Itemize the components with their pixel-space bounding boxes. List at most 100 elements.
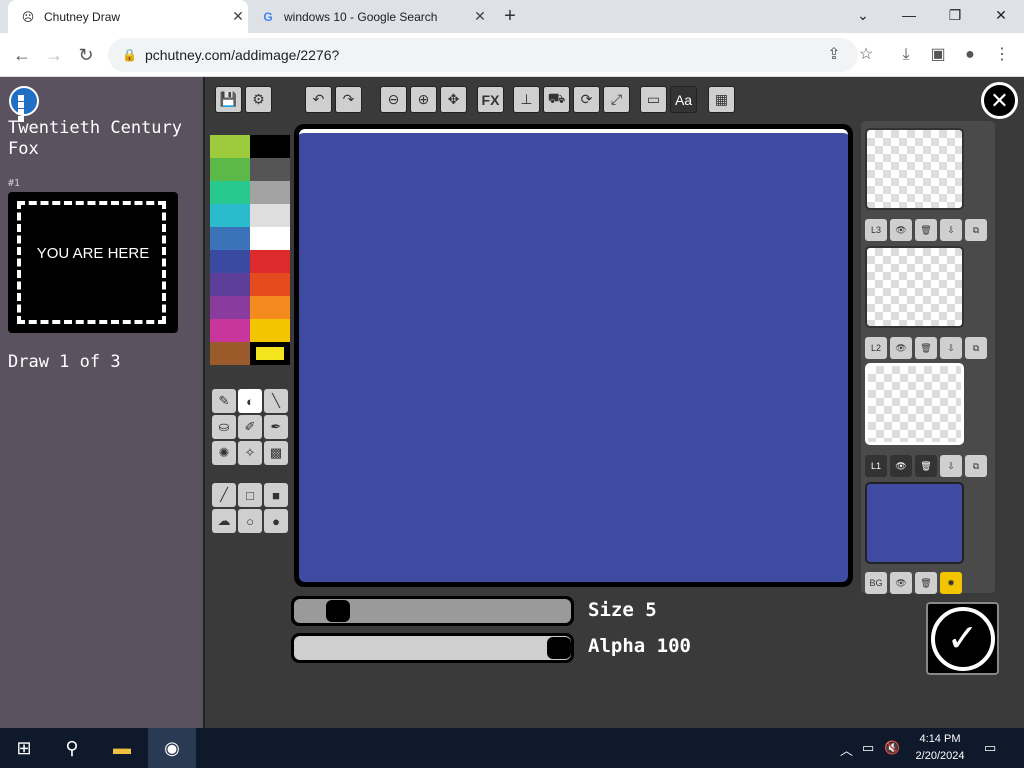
- sidepanel-icon[interactable]: ▣: [926, 43, 950, 67]
- tab-chutney-draw[interactable]: ☹ Chutney Draw ✕: [8, 0, 248, 33]
- chrome-icon[interactable]: ◉: [148, 728, 196, 768]
- layer-label[interactable]: L2: [865, 337, 887, 359]
- eraser-icon[interactable]: ◐: [238, 389, 262, 413]
- submit-drawing-button[interactable]: ✓: [926, 602, 999, 675]
- file-explorer-icon[interactable]: ▬: [98, 728, 146, 768]
- start-button-icon[interactable]: ⊞: [0, 728, 48, 768]
- merge-icon[interactable]: ⧉: [965, 219, 987, 241]
- close-tab-icon[interactable]: ✕: [470, 8, 490, 25]
- notifications-icon[interactable]: ▭: [984, 740, 996, 756]
- eye-icon[interactable]: 👁: [890, 219, 912, 241]
- eye-icon[interactable]: 👁: [890, 455, 912, 477]
- eye-icon[interactable]: 👁: [890, 572, 912, 594]
- resize-icon[interactable]: ⤢: [603, 86, 630, 113]
- trash-icon[interactable]: 🗑: [915, 337, 937, 359]
- zoom-out-icon[interactable]: ⊖: [380, 86, 407, 113]
- zoom-in-icon[interactable]: ⊕: [410, 86, 437, 113]
- color-swatch[interactable]: [250, 342, 290, 365]
- background-fill-icon[interactable]: ✹: [940, 572, 962, 594]
- trash-icon[interactable]: 🗑: [915, 219, 937, 241]
- text-tool-button[interactable]: Aa: [670, 86, 697, 113]
- color-swatch[interactable]: [250, 181, 290, 204]
- color-swatch[interactable]: [210, 319, 250, 342]
- alpha-slider[interactable]: [291, 633, 574, 663]
- color-swatch[interactable]: [250, 250, 290, 273]
- image-icon[interactable]: ▭: [640, 86, 667, 113]
- color-swatch[interactable]: [250, 296, 290, 319]
- layer-label[interactable]: L1: [865, 455, 887, 477]
- layer-2-thumbnail[interactable]: [865, 246, 964, 328]
- trash-icon[interactable]: 🗑: [915, 572, 937, 594]
- forward-button[interactable]: →: [42, 43, 66, 67]
- tray-chevron-icon[interactable]: ︿: [840, 740, 853, 759]
- move-down-icon[interactable]: ⇩: [940, 219, 962, 241]
- color-swatch[interactable]: [210, 250, 250, 273]
- eye-icon[interactable]: 👁: [890, 337, 912, 359]
- rotate-icon[interactable]: ⟳: [573, 86, 600, 113]
- background-layer-thumbnail[interactable]: [865, 482, 964, 564]
- color-swatch[interactable]: [210, 204, 250, 227]
- color-swatch[interactable]: [210, 227, 250, 250]
- paint-bucket-icon[interactable]: ⛀: [212, 415, 236, 439]
- undo-icon[interactable]: ↶: [305, 86, 332, 113]
- tab-search-chevron-icon[interactable]: ⌄: [840, 0, 886, 33]
- fx-button[interactable]: FX: [477, 86, 504, 113]
- transparency-grid-icon[interactable]: ▦: [708, 86, 735, 113]
- tab-google-search[interactable]: G windows 10 - Google Search ✕: [250, 0, 490, 33]
- bookmark-star-icon[interactable]: ☆: [854, 43, 878, 67]
- color-swatch[interactable]: [210, 158, 250, 181]
- spray-icon[interactable]: ✺: [212, 441, 236, 465]
- color-swatch[interactable]: [250, 204, 290, 227]
- url-field[interactable]: 🔒 pchutney.com/addimage/2276?: [108, 38, 858, 72]
- color-swatch[interactable]: [250, 273, 290, 296]
- color-swatch[interactable]: [210, 181, 250, 204]
- close-editor-button[interactable]: ✕: [981, 82, 1018, 119]
- color-swatch[interactable]: [210, 273, 250, 296]
- stamp-icon[interactable]: ⊥: [513, 86, 540, 113]
- alpha-knob[interactable]: [547, 637, 571, 659]
- merge-icon[interactable]: ⧉: [965, 337, 987, 359]
- browser-menu-icon[interactable]: ⋮: [990, 43, 1014, 67]
- system-clock[interactable]: 4:14 PM 2/20/2024: [905, 731, 975, 765]
- move-down-icon[interactable]: ⇩: [940, 337, 962, 359]
- eyedropper-icon[interactable]: ✒: [264, 415, 288, 439]
- volume-muted-icon[interactable]: 🔇: [884, 740, 900, 756]
- color-swatch[interactable]: [250, 319, 290, 342]
- trash-icon[interactable]: 🗑: [915, 455, 937, 477]
- ellipse-outline-icon[interactable]: ○: [238, 509, 262, 533]
- reload-button[interactable]: ↻: [74, 43, 98, 67]
- color-swatch[interactable]: [210, 296, 250, 319]
- close-tab-icon[interactable]: ✕: [228, 8, 248, 25]
- redo-icon[interactable]: ↷: [335, 86, 362, 113]
- line-tool-icon[interactable]: ╱: [212, 483, 236, 507]
- share-icon[interactable]: ⇪: [822, 43, 846, 67]
- layer-label[interactable]: L3: [865, 219, 887, 241]
- pattern-icon[interactable]: ▩: [264, 441, 288, 465]
- color-swatch[interactable]: [210, 342, 250, 365]
- lasso-icon[interactable]: ☁: [212, 509, 236, 533]
- new-tab-button[interactable]: +: [498, 4, 522, 28]
- color-swatch[interactable]: [250, 158, 290, 181]
- move-down-icon[interactable]: ⇩: [940, 455, 962, 477]
- color-swatch[interactable]: [250, 135, 290, 158]
- ellipse-fill-icon[interactable]: ●: [264, 509, 288, 533]
- restore-button[interactable]: ❐: [932, 0, 978, 33]
- network-icon[interactable]: ▭: [862, 740, 874, 756]
- close-window-button[interactable]: ✕: [978, 0, 1024, 33]
- layer-1-thumbnail[interactable]: [865, 363, 964, 445]
- search-icon[interactable]: ⚲: [48, 728, 96, 768]
- marker-icon[interactable]: ✐: [238, 415, 262, 439]
- move-icon[interactable]: ✥: [440, 86, 467, 113]
- back-button[interactable]: ←: [10, 43, 34, 67]
- save-icon[interactable]: 💾: [215, 86, 242, 113]
- size-slider[interactable]: [291, 596, 574, 626]
- drawing-canvas[interactable]: [294, 124, 853, 587]
- rectangle-fill-icon[interactable]: ■: [264, 483, 288, 507]
- settings-gear-icon[interactable]: ⚙: [245, 86, 272, 113]
- pen-icon[interactable]: ✎: [212, 389, 236, 413]
- color-swatch[interactable]: [250, 227, 290, 250]
- color-swatch[interactable]: [210, 135, 250, 158]
- size-knob[interactable]: [325, 600, 350, 622]
- merge-icon[interactable]: ⧉: [965, 455, 987, 477]
- minimize-button[interactable]: —: [886, 0, 932, 33]
